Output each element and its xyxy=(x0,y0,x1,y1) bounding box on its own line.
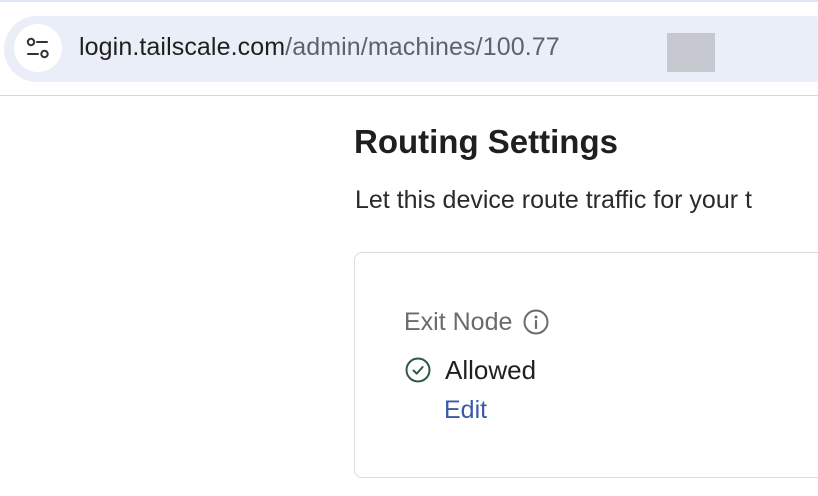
section-title: Routing Settings xyxy=(354,123,618,160)
site-info-button[interactable] xyxy=(14,24,62,72)
section-description: Let this device route traffic for your t xyxy=(355,186,752,214)
exit-node-status-row: Allowed xyxy=(404,353,536,387)
info-icon[interactable] xyxy=(522,308,550,336)
exit-node-label: Exit Node xyxy=(404,308,513,336)
exit-node-label-row: Exit Node xyxy=(404,305,550,339)
toolbar-divider xyxy=(0,95,818,96)
edit-exit-node-link[interactable]: Edit xyxy=(444,393,487,427)
tune-icon xyxy=(25,35,51,61)
check-circle-icon xyxy=(404,356,432,384)
browser-top-strip xyxy=(0,0,818,2)
url-path: /admin/machines/100.77 xyxy=(285,33,560,61)
url-host: login.tailscale.com xyxy=(79,33,286,61)
url-text[interactable]: login.tailscale.com/admin/machines/100.7… xyxy=(79,30,560,64)
redacted-block xyxy=(667,33,715,72)
exit-node-status: Allowed xyxy=(445,355,537,385)
